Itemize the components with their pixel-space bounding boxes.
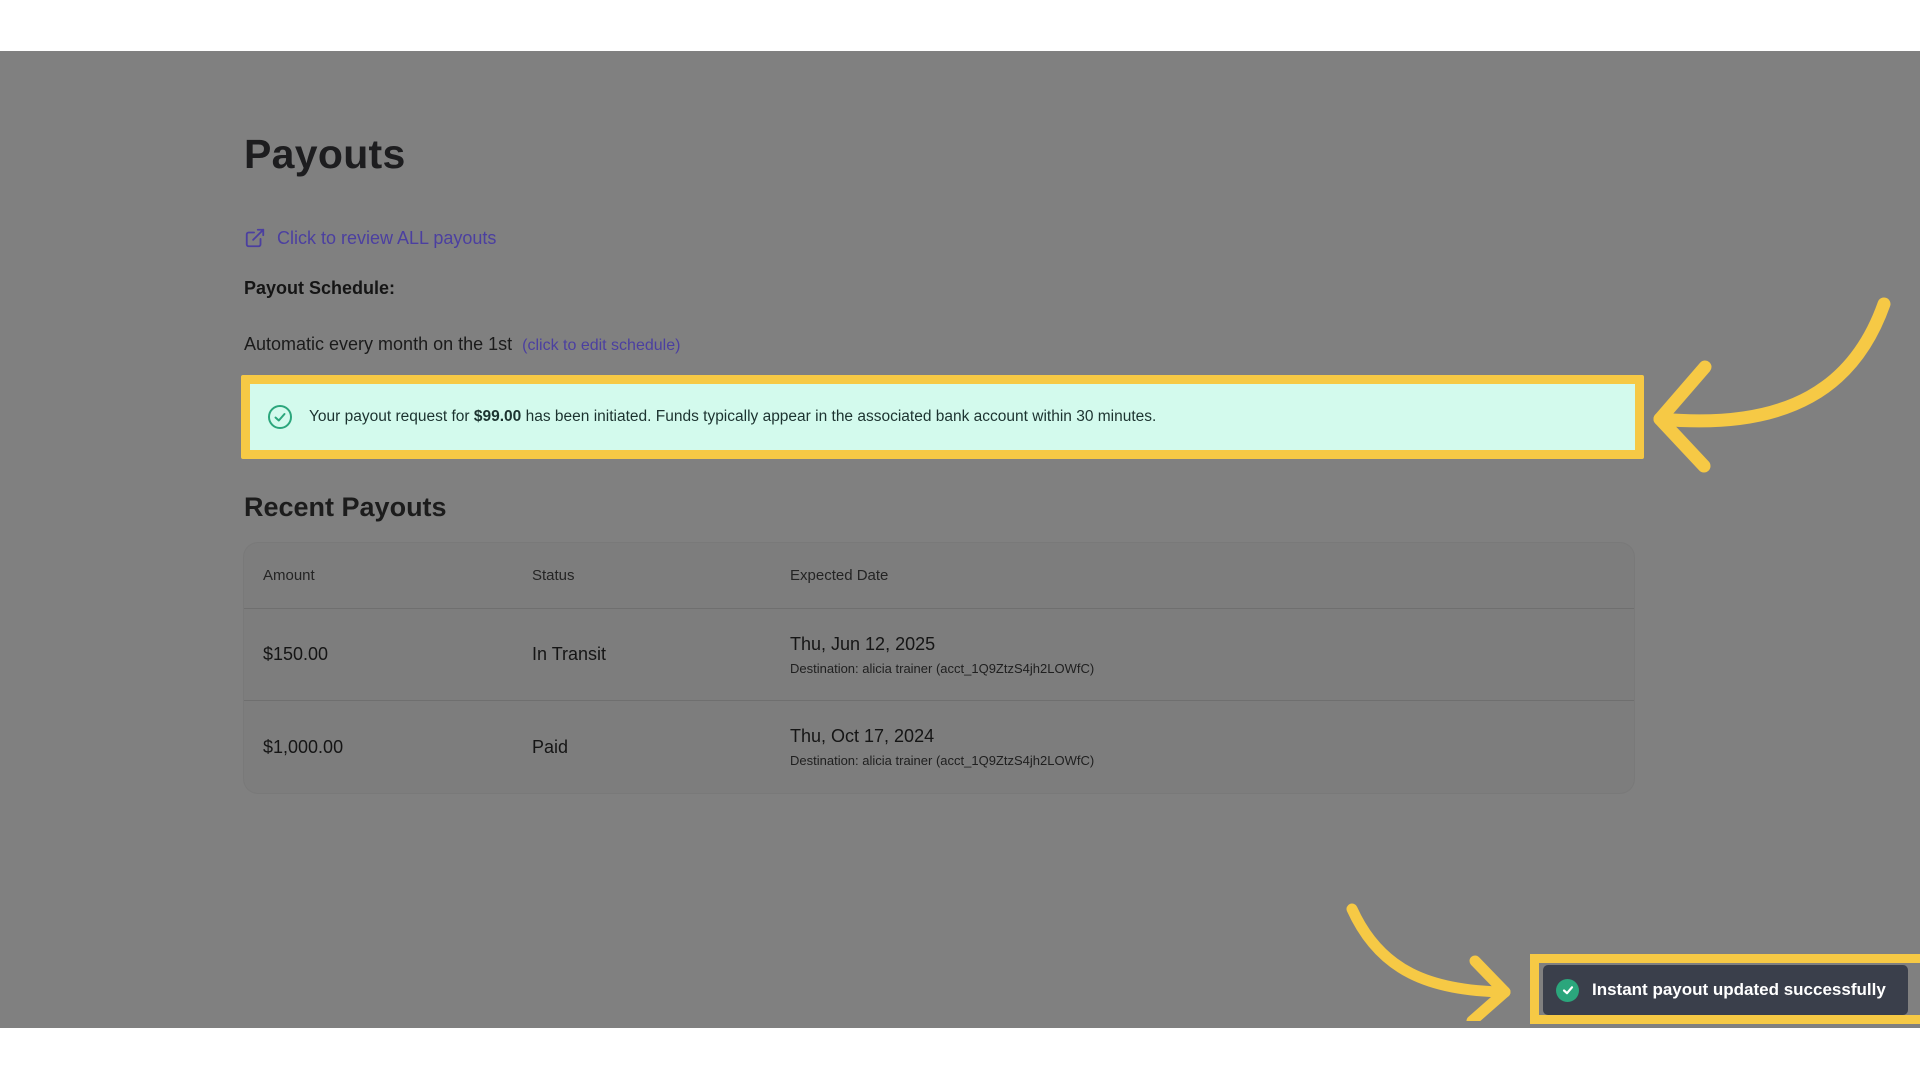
alert-message: Your payout request for $99.00 has been … — [309, 408, 1156, 426]
column-header-expected-date: Expected Date — [790, 567, 889, 584]
edit-schedule-link[interactable]: (click to edit schedule) — [522, 337, 680, 355]
page-title: Payouts — [244, 131, 406, 177]
success-toast[interactable]: Instant payout updated successfully — [1543, 965, 1908, 1015]
payout-initiated-alert: Your payout request for $99.00 has been … — [250, 384, 1635, 450]
alert-amount: $99.00 — [473, 408, 522, 425]
payout-amount: $1,000.00 — [263, 736, 344, 757]
payout-destination: Destination: alicia trainer (acct_1Q9Ztz… — [790, 753, 1095, 768]
table-row[interactable]: $1,000.00 Paid Thu, Oct 17, 2024 Destina… — [244, 701, 1634, 793]
payout-schedule-heading: Payout Schedule: — [244, 278, 396, 298]
payout-date-cell: Thu, Oct 17, 2024 Destination: alicia tr… — [790, 726, 1634, 768]
payout-schedule-row: Automatic every month on the 1st (click … — [244, 334, 680, 355]
recent-payouts-title: Recent Payouts — [244, 492, 447, 522]
recent-payouts-table: Amount Status Expected Date $150.00 In T… — [244, 543, 1634, 793]
page-overlay: Payouts Click to review ALL payouts Payo… — [0, 51, 1920, 1028]
payout-destination: Destination: alicia trainer (acct_1Q9Ztz… — [790, 660, 1095, 676]
table-header: Amount Status Expected Date — [244, 543, 1634, 609]
review-all-payouts-link[interactable]: Click to review ALL payouts — [244, 227, 496, 249]
schedule-text: Automatic every month on the 1st — [244, 334, 513, 354]
external-link-icon — [245, 228, 265, 248]
review-link-label: Click to review ALL payouts — [277, 227, 497, 248]
check-circle-icon — [1556, 978, 1579, 1002]
payout-expected-date: Thu, Jun 12, 2025 — [790, 633, 936, 654]
alert-message-suffix: has been initiated. Funds typically appe… — [525, 408, 1157, 425]
toast-message: Instant payout updated successfully — [1592, 980, 1886, 999]
payout-status: Paid — [532, 736, 569, 757]
payout-expected-date: Thu, Oct 17, 2024 — [790, 726, 935, 746]
column-header-amount: Amount — [263, 567, 315, 584]
payout-date-cell: Thu, Jun 12, 2025 Destination: alicia tr… — [790, 634, 1634, 676]
column-header-status: Status — [532, 567, 575, 584]
highlight-arrow-alert — [1653, 297, 1891, 473]
highlight-arrow-toast — [1346, 903, 1511, 1021]
check-circle-icon — [268, 405, 292, 429]
alert-message-prefix: Your payout request for — [309, 408, 470, 425]
payout-status: In Transit — [532, 644, 607, 664]
table-row[interactable]: $150.00 In Transit Thu, Jun 12, 2025 Des… — [244, 609, 1634, 701]
payout-amount: $150.00 — [263, 644, 329, 664]
